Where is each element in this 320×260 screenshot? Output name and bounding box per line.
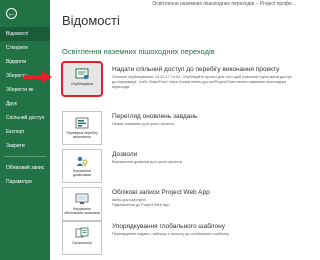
nav-item-new[interactable]: Створити (0, 41, 50, 55)
permissions-desc: Визначення дозволів для цього проекту (112, 160, 183, 164)
manage-accounts-label: Керування обліковими записами (64, 207, 100, 215)
nav-item-options[interactable]: Параметри (0, 175, 50, 189)
backstage-nav: Відомості Створити Відкрити Зберегти Збе… (0, 27, 50, 189)
back-arrow-icon[interactable]: ← (6, 8, 17, 19)
global-template-desc: Переміщення подань і таблиць з проекту д… (112, 232, 230, 236)
publish-button-label: Опублікувати (70, 82, 94, 86)
nav-item-open[interactable]: Відкрити (0, 55, 50, 69)
manage-permissions-label: Керування дозволами (72, 169, 92, 177)
nav-item-save-as[interactable]: Зберегти як (0, 83, 50, 97)
pwa-accounts-heading: Облікові записи Project Web App (112, 189, 210, 196)
organizer-icon (75, 227, 89, 238)
progress-icon (75, 117, 89, 129)
share-progress-desc: Останнє опублікування: 24.02.17 14:52. О… (112, 75, 292, 89)
publish-icon (75, 68, 89, 80)
permissions-heading: Дозволи (112, 151, 138, 158)
nav-item-print[interactable]: Друк (0, 97, 50, 111)
organizer-label: Організатор (72, 241, 92, 245)
nav-item-close[interactable]: Закрити (0, 139, 50, 153)
check-progress-label: Перевірка перебігу виконання (66, 131, 98, 139)
nav-item-account[interactable]: Обліковий запис (0, 161, 50, 175)
publish-button[interactable]: Опублікувати (61, 61, 103, 97)
manage-permissions-button[interactable]: Керування дозволами (62, 149, 102, 183)
organizer-button[interactable]: Організатор (62, 221, 102, 255)
pwa-accounts-desc: lamtu.gov.ua/project Підключення до Proj… (112, 198, 170, 207)
project-name: Освітлення наземних пішоходних переходів (62, 47, 215, 56)
task-updates-desc: Немає оновлень для цього проекту (112, 122, 175, 126)
accounts-icon (75, 193, 89, 204)
share-progress-heading: Надати спільний доступ до перебігу викон… (112, 66, 280, 73)
nav-divider (4, 156, 46, 157)
info-panel: Відомості Освітлення наземних пішоходних… (50, 9, 300, 260)
permissions-icon (76, 156, 88, 167)
backstage-sidebar: ← Відомості Створити Відкрити Зберегти З… (0, 0, 50, 260)
global-template-heading: Упорядкування глобального шаблону (112, 223, 226, 230)
check-progress-button[interactable]: Перевірка перебігу виконання (62, 111, 102, 145)
task-updates-heading: Перегляд оновлень завдань (112, 113, 198, 120)
nav-item-share[interactable]: Спільний доступ (0, 111, 50, 125)
page-title: Відомості (62, 13, 120, 28)
nav-item-export[interactable]: Експорт (0, 125, 50, 139)
window-title: Освітлення наземних пішоходних переходів… (152, 1, 296, 7)
manage-accounts-button[interactable]: Керування обліковими записами (62, 187, 102, 221)
pointer-arrow-icon (24, 71, 52, 83)
nav-item-info[interactable]: Відомості (0, 27, 50, 41)
